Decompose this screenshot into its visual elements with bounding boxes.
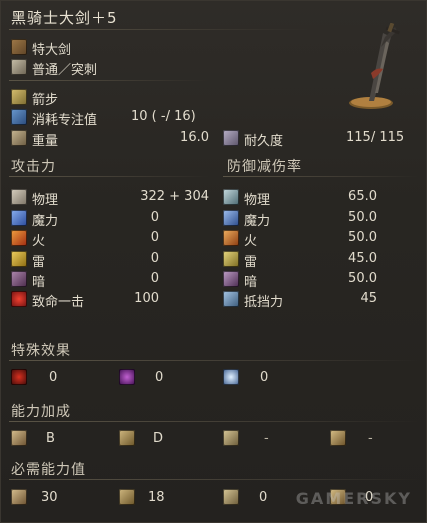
requirement-value: 0 — [259, 490, 268, 505]
weight-icon — [11, 130, 27, 146]
scaling-value: B — [46, 431, 55, 446]
magic-icon — [11, 210, 27, 226]
weapon-name: 黑骑士大剑＋5 — [11, 9, 118, 27]
divider — [223, 176, 418, 177]
strength-icon — [11, 430, 27, 446]
stability-icon — [223, 291, 239, 307]
divider — [9, 479, 419, 480]
defense-label: 物理 — [244, 193, 271, 208]
requirement-value: 18 — [148, 490, 165, 505]
attack-label: 火 — [32, 234, 46, 249]
lightning-guard-icon — [223, 251, 239, 267]
scaling-value: - — [368, 431, 373, 446]
attack-value: 0 — [150, 271, 159, 286]
attack-label: 魔力 — [32, 214, 59, 229]
frost-icon — [223, 369, 239, 385]
durability-value: 115/ 115 — [346, 130, 405, 145]
physical-icon — [11, 189, 27, 205]
attack-value: 0 — [150, 251, 159, 266]
attack-label: 致命一击 — [32, 295, 85, 310]
fire-guard-icon — [223, 230, 239, 246]
defense-label: 抵挡力 — [244, 295, 284, 310]
intelligence-req-icon — [223, 489, 239, 505]
intelligence-icon — [223, 430, 239, 446]
divider — [9, 29, 309, 30]
item-detail-panel: 黑骑士大剑＋5 特大剑 普通／突刺 箭步 消耗专注值 10 ( -/ 16) 重… — [0, 0, 427, 523]
defense-label: 火 — [244, 234, 258, 249]
effect-value: 0 — [49, 370, 58, 385]
divider — [9, 80, 209, 81]
attack-type: 普通／突刺 — [32, 63, 98, 78]
defense-value: 50.0 — [348, 230, 377, 245]
dark-icon — [11, 271, 27, 287]
attack-value: 0 — [150, 210, 159, 225]
defense-value: 45.0 — [348, 251, 377, 266]
weight-label: 重量 — [32, 134, 59, 149]
skill-icon — [11, 89, 27, 105]
weight-value: 16.0 — [180, 130, 209, 145]
weapon-skill: 箭步 — [32, 93, 59, 108]
divider — [9, 360, 419, 361]
defense-value: 65.0 — [348, 189, 377, 204]
defense-label: 魔力 — [244, 214, 271, 229]
defense-value: 45 — [360, 291, 377, 306]
fp-cost-value: 10 ( -/ 16) — [131, 109, 196, 124]
attack-heading: 攻击力 — [11, 159, 56, 175]
physical-guard-icon — [223, 189, 239, 205]
bleed-icon — [11, 369, 27, 385]
attack-type-icon — [11, 59, 27, 75]
weapon-category-icon — [11, 39, 27, 55]
scaling-heading: 能力加成 — [11, 404, 71, 420]
dexterity-icon — [119, 430, 135, 446]
effects-heading: 特殊效果 — [11, 343, 71, 359]
divider — [9, 176, 209, 177]
lightning-icon — [11, 251, 27, 267]
fire-icon — [11, 230, 27, 246]
weapon-image — [331, 22, 411, 115]
attack-value: 100 — [134, 291, 159, 306]
attack-value: 322 + 304 — [140, 189, 209, 204]
faith-icon — [330, 430, 346, 446]
dexterity-req-icon — [119, 489, 135, 505]
fp-cost-label: 消耗专注值 — [32, 113, 98, 128]
attack-label: 雷 — [32, 255, 46, 270]
attack-value: 0 — [150, 230, 159, 245]
requirements-heading: 必需能力值 — [11, 462, 86, 478]
durability-label: 耐久度 — [244, 134, 284, 149]
durability-icon — [223, 130, 239, 146]
effect-value: 0 — [260, 370, 269, 385]
attack-label: 暗 — [32, 275, 46, 290]
dark-guard-icon — [223, 271, 239, 287]
requirement-value: 30 — [41, 490, 58, 505]
attack-label: 物理 — [32, 193, 59, 208]
watermark: GAMERSKY — [295, 489, 412, 508]
defense-value: 50.0 — [348, 210, 377, 225]
strength-req-icon — [11, 489, 27, 505]
defense-heading: 防御减伤率 — [227, 159, 302, 175]
poison-icon — [119, 369, 135, 385]
divider — [9, 421, 419, 422]
greatsword-icon — [349, 22, 400, 109]
defense-label: 雷 — [244, 255, 258, 270]
critical-icon — [11, 291, 27, 307]
defense-label: 暗 — [244, 275, 258, 290]
magic-guard-icon — [223, 210, 239, 226]
weapon-category: 特大剑 — [32, 43, 72, 58]
fp-icon — [11, 109, 27, 125]
scaling-value: D — [153, 431, 164, 446]
scaling-value: - — [264, 431, 269, 446]
defense-value: 50.0 — [348, 271, 377, 286]
effect-value: 0 — [155, 370, 164, 385]
